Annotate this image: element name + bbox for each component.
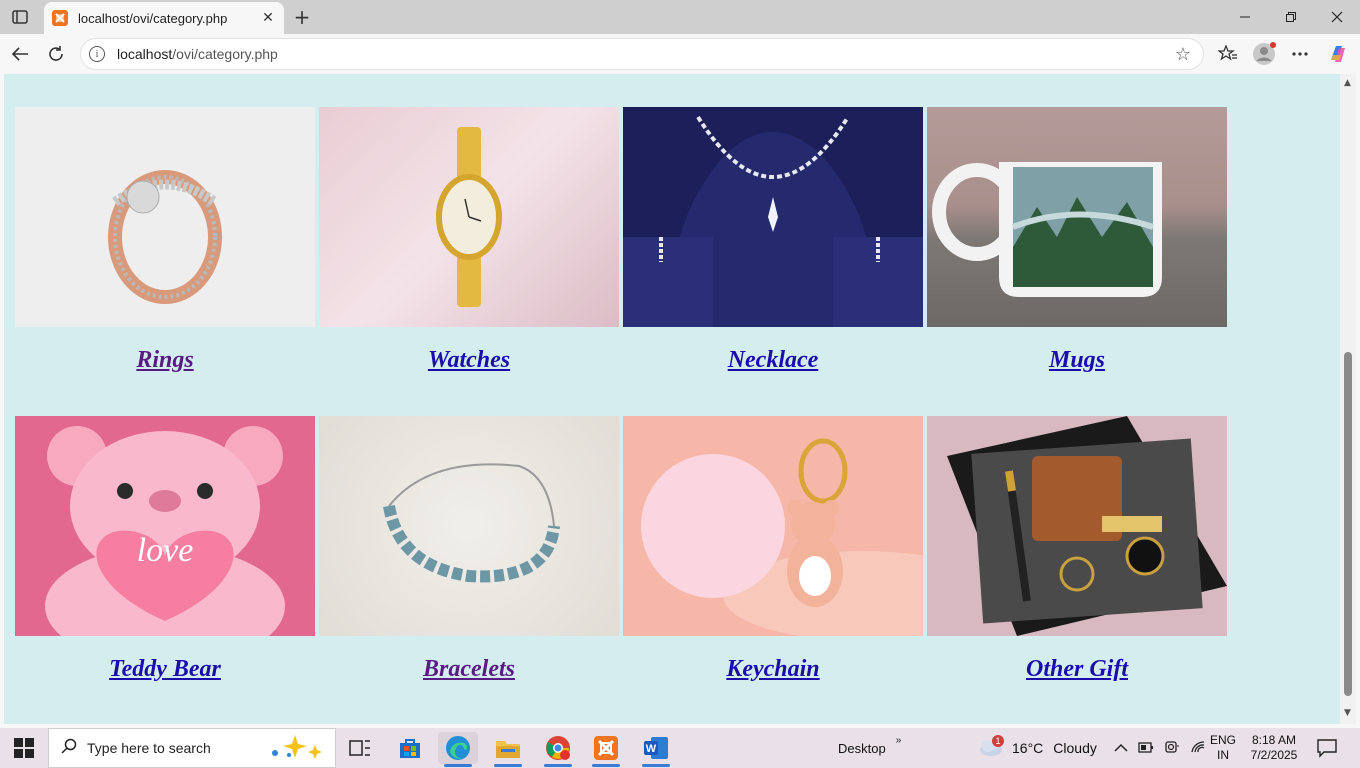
close-tab-icon[interactable]: ✕ xyxy=(258,8,278,28)
edge-browser-icon[interactable] xyxy=(438,732,478,767)
clock[interactable]: 8:18 AM 7/2/2025 xyxy=(1250,728,1298,768)
refresh-icon[interactable] xyxy=(42,40,70,68)
word-icon[interactable]: W xyxy=(636,732,676,767)
weather-widget[interactable]: 1 16°C Cloudy xyxy=(978,728,1097,768)
page-scrollbar[interactable]: ▲ ▼ xyxy=(1340,74,1356,724)
browser-window: localhost/ovi/category.php ✕ + i localho… xyxy=(0,0,1360,728)
category-link-other-gift[interactable]: Other Gift xyxy=(927,656,1227,683)
desktop-toolbar[interactable]: Desktop » xyxy=(838,728,901,768)
weather-temp: 16°C xyxy=(1012,740,1044,756)
address-bar-row: i localhost/ovi/category.php ☆ xyxy=(0,34,1360,74)
category-link-mugs[interactable]: Mugs xyxy=(927,347,1227,374)
browser-tab[interactable]: localhost/ovi/category.php ✕ xyxy=(44,2,284,34)
category-link-watches[interactable]: Watches xyxy=(319,347,619,374)
desktop-label: Desktop xyxy=(838,740,886,756)
category-link-rings[interactable]: Rings xyxy=(15,347,315,374)
tab-title: localhost/ovi/category.php xyxy=(78,10,228,26)
category-card-teddy-bear: love Teddy Bear xyxy=(15,416,315,683)
taskbar-search-box[interactable]: Type here to search xyxy=(48,728,336,768)
speaker-icon[interactable] xyxy=(1164,740,1180,757)
task-view-icon[interactable] xyxy=(340,732,380,764)
profile-avatar[interactable] xyxy=(1250,40,1278,68)
scroll-up-arrow-icon[interactable]: ▲ xyxy=(1344,78,1351,88)
xampp-app-icon[interactable] xyxy=(586,732,626,767)
info-icon[interactable]: i xyxy=(89,46,105,62)
category-card-mugs: Mugs xyxy=(927,107,1227,374)
other-gift-image[interactable] xyxy=(927,416,1227,636)
more-icon[interactable] xyxy=(1286,40,1314,68)
plus-icon[interactable]: + xyxy=(290,5,314,29)
category-card-keychain: Keychain xyxy=(623,416,923,683)
clock-time: 8:18 AM xyxy=(1251,733,1297,747)
chevron-right-icon[interactable]: » xyxy=(896,735,902,746)
xampp-icon xyxy=(52,10,68,26)
tab-strip: localhost/ovi/category.php ✕ + xyxy=(0,0,1360,34)
address-bar[interactable]: i localhost/ovi/category.php ☆ xyxy=(80,38,1204,70)
wifi-icon[interactable] xyxy=(1190,740,1206,757)
chrome-icon[interactable] xyxy=(538,732,578,767)
minimize-icon[interactable] xyxy=(1222,0,1268,34)
search-highlight-icon xyxy=(267,733,325,763)
star-icon[interactable]: ☆ xyxy=(1171,44,1195,65)
category-link-bracelets[interactable]: Bracelets xyxy=(319,656,619,683)
watches-image[interactable] xyxy=(319,107,619,327)
category-card-watches: Watches xyxy=(319,107,619,374)
category-link-necklace[interactable]: Necklace xyxy=(623,347,923,374)
system-tray-icons xyxy=(1114,728,1206,768)
copilot-icon[interactable] xyxy=(1324,40,1352,68)
close-icon[interactable] xyxy=(1314,0,1360,34)
scrollbar-thumb[interactable] xyxy=(1344,352,1352,696)
category-link-keychain[interactable]: Keychain xyxy=(623,656,923,683)
chevron-up-icon[interactable] xyxy=(1114,741,1128,756)
category-card-other-gift: Other Gift xyxy=(927,416,1227,683)
search-placeholder: Type here to search xyxy=(87,740,211,756)
tab-actions-icon[interactable] xyxy=(8,6,32,28)
svg-text:W: W xyxy=(646,743,657,755)
weather-text: Cloudy xyxy=(1053,740,1097,756)
microsoft-store-icon[interactable] xyxy=(390,732,430,764)
category-card-rings: Rings xyxy=(15,107,315,374)
category-link-teddy-bear[interactable]: Teddy Bear xyxy=(15,656,315,683)
bracelets-image[interactable] xyxy=(319,416,619,636)
windows-start-icon[interactable] xyxy=(6,732,42,764)
mugs-image[interactable] xyxy=(927,107,1227,327)
language-code: ENG xyxy=(1210,733,1237,747)
category-card-necklace: Necklace xyxy=(623,107,923,374)
necklace-image[interactable] xyxy=(623,107,923,327)
scroll-down-arrow-icon[interactable]: ▼ xyxy=(1344,708,1351,718)
back-arrow-icon[interactable] xyxy=(6,40,34,68)
notification-icon[interactable] xyxy=(1316,728,1338,768)
clock-date: 7/2/2025 xyxy=(1250,748,1298,762)
keychain-image[interactable] xyxy=(623,416,923,636)
region-code: IN xyxy=(1217,748,1229,762)
battery-icon[interactable] xyxy=(1138,740,1154,757)
cloud-icon: 1 xyxy=(978,734,1004,760)
rings-image[interactable] xyxy=(15,107,315,327)
search-icon xyxy=(61,738,77,758)
file-explorer-icon[interactable] xyxy=(488,732,528,767)
windows-taskbar: Type here to search W Desktop » 1 16°C C… xyxy=(0,728,1360,768)
teddy-bear-image[interactable]: love xyxy=(15,416,315,636)
page-content: Rings Watches Necklace Mugs love Teddy B… xyxy=(4,74,1340,724)
weather-badge: 1 xyxy=(992,734,1004,747)
category-card-bracelets: Bracelets xyxy=(319,416,619,683)
svg-text:love: love xyxy=(137,532,194,569)
language-indicator[interactable]: ENG IN xyxy=(1210,728,1236,768)
favorites-icon[interactable] xyxy=(1214,40,1242,68)
restore-icon[interactable] xyxy=(1268,0,1314,34)
url-text: localhost/ovi/category.php xyxy=(117,46,278,62)
